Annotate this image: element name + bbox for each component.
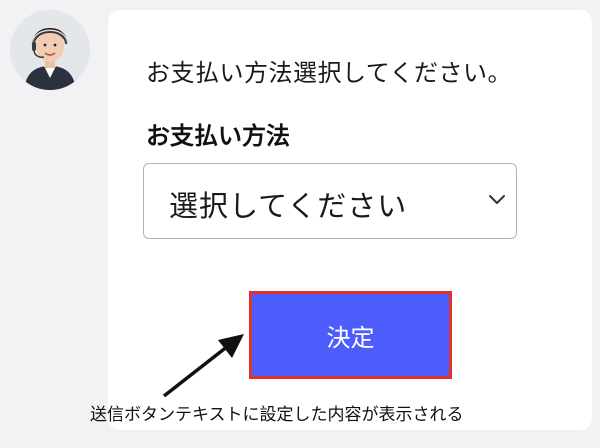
submit-button[interactable]: 決定 xyxy=(252,294,449,376)
payment-method-label: お支払い方法 xyxy=(146,122,290,150)
chat-message: お支払い方法選択してください。 xyxy=(146,59,513,87)
operator-avatar-image xyxy=(10,10,90,90)
chevron-down-icon xyxy=(489,195,505,204)
annotation-text: 送信ボタンテキストに設定した内容が表示される xyxy=(90,405,464,425)
select-value: 選択してください xyxy=(169,189,408,223)
arrow-icon xyxy=(162,334,244,398)
payment-method-select[interactable]: 選択してください xyxy=(143,163,517,239)
operator-avatar xyxy=(10,10,90,90)
